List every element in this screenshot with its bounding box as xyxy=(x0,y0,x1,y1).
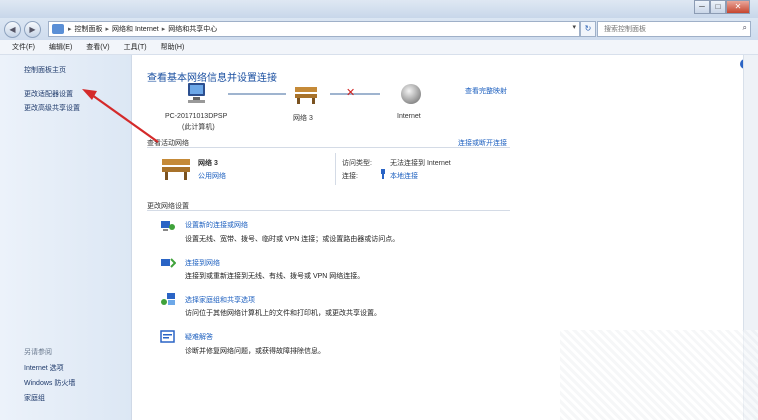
breadcrumb-control-panel[interactable]: 控制面板 xyxy=(75,24,103,34)
computer-icon xyxy=(188,83,205,103)
computer-sub: (此计算机) xyxy=(182,124,215,131)
breadcrumb-separator: ▸ xyxy=(68,26,72,33)
task-setup-connection[interactable]: 设置新的连接或网络 xyxy=(185,220,248,230)
window-controls: ─ □ ✕ xyxy=(694,0,750,14)
task-troubleshoot-desc: 诊断并修复网络问题，或获得故障排除信息。 xyxy=(185,348,325,355)
access-type-label: 访问类型: xyxy=(342,160,372,167)
computer-name: PC-20171013DPSP xyxy=(165,113,228,120)
cross-icon: ✕ xyxy=(346,87,356,99)
close-button[interactable]: ✕ xyxy=(726,0,750,14)
breadcrumb-separator: ▸ xyxy=(161,26,166,33)
search-input[interactable] xyxy=(602,22,731,36)
menu-edit[interactable]: 编辑(E) xyxy=(49,42,72,52)
task-homegroup-sharing[interactable]: 选择家庭组和共享选项 xyxy=(185,295,255,305)
menu-view[interactable]: 查看(V) xyxy=(86,42,109,52)
access-type-value: 无法连接到 Internet xyxy=(390,160,451,167)
network-type-link[interactable]: 公用网络 xyxy=(198,171,226,181)
sidebar-change-adapter-settings[interactable]: 更改适配器设置 xyxy=(24,89,73,99)
task-connect-network[interactable]: 连接到网络 xyxy=(185,258,220,268)
active-network-name: 网络 3 xyxy=(198,160,218,167)
menu-file[interactable]: 文件(F) xyxy=(12,42,35,52)
watermark xyxy=(560,330,758,420)
task-homegroup-sharing-desc: 访问位于其他网络计算机上的文件和打印机，或更改共享设置。 xyxy=(185,310,381,317)
bench-icon xyxy=(295,87,317,104)
sidebar: 控制面板主页 更改适配器设置 更改高级共享设置 另请参阅 Internet 选项… xyxy=(0,55,132,420)
divider xyxy=(147,147,510,148)
address-bar[interactable]: ▸ 控制面板 ▸ 网络和 Internet ▸ 网络和共享中心 ▾ xyxy=(48,21,580,37)
task-setup-connection-desc: 设置无线、宽带、拨号、临时或 VPN 连接；或设置路由器或访问点。 xyxy=(185,236,400,243)
breadcrumb-network-internet[interactable]: 网络和 Internet xyxy=(112,24,159,34)
task-connect-network-desc: 连接到或重新连接到无线、有线、拨号或 VPN 网络连接。 xyxy=(185,273,365,280)
sidebar-windows-firewall[interactable]: Windows 防火墙 xyxy=(24,378,75,388)
forward-button[interactable]: ▶ xyxy=(24,21,41,38)
homegroup-icon xyxy=(161,293,175,305)
minimize-button[interactable]: ─ xyxy=(694,0,710,14)
globe-icon xyxy=(401,84,421,104)
sidebar-control-panel-home[interactable]: 控制面板主页 xyxy=(24,65,66,75)
view-full-map-link[interactable]: 查看完整映射 xyxy=(465,86,507,96)
sidebar-see-also-heading: 另请参阅 xyxy=(24,349,52,356)
breadcrumb-separator: ▸ xyxy=(105,26,110,33)
maximize-button[interactable]: □ xyxy=(710,0,726,14)
menu-help[interactable]: 帮助(H) xyxy=(161,42,185,52)
search-box[interactable]: ⌕ xyxy=(597,21,751,37)
menu-tools[interactable]: 工具(T) xyxy=(124,42,147,52)
troubleshoot-icon xyxy=(160,330,175,343)
ethernet-icon xyxy=(381,169,385,179)
menu-bar: 文件(F) 编辑(E) 查看(V) 工具(T) 帮助(H) xyxy=(0,40,758,55)
network-name-map: 网络 3 xyxy=(293,115,313,122)
control-panel-icon xyxy=(52,24,64,34)
new-connection-icon xyxy=(161,221,175,231)
back-button[interactable]: ◀ xyxy=(4,21,21,38)
task-troubleshoot[interactable]: 疑难解答 xyxy=(185,332,213,342)
network-bench-icon xyxy=(162,159,190,180)
sidebar-homegroup[interactable]: 家庭组 xyxy=(24,393,45,403)
refresh-button[interactable]: ↻ xyxy=(580,21,596,37)
divider xyxy=(147,210,510,211)
search-icon[interactable]: ⌕ xyxy=(743,23,747,33)
connect-network-icon xyxy=(161,258,176,268)
title-bar: ─ □ ✕ xyxy=(0,0,758,18)
sidebar-change-advanced-sharing[interactable]: 更改高级共享设置 xyxy=(24,103,80,113)
chevron-down-icon[interactable]: ▾ xyxy=(572,23,576,31)
address-row: ◀ ▶ ▸ 控制面板 ▸ 网络和 Internet ▸ 网络和共享中心 ▾ ↻ … xyxy=(0,18,758,40)
map-line xyxy=(228,93,286,95)
breadcrumb-network-sharing-center[interactable]: 网络和共享中心 xyxy=(168,24,217,34)
sidebar-internet-options[interactable]: Internet 选项 xyxy=(24,363,64,373)
local-connection-link[interactable]: 本地连接 xyxy=(390,171,418,181)
connections-label: 连接: xyxy=(342,173,358,180)
page-title: 查看基本网络信息并设置连接 xyxy=(147,73,277,84)
vertical-divider xyxy=(335,153,336,185)
internet-label: Internet xyxy=(397,113,421,120)
